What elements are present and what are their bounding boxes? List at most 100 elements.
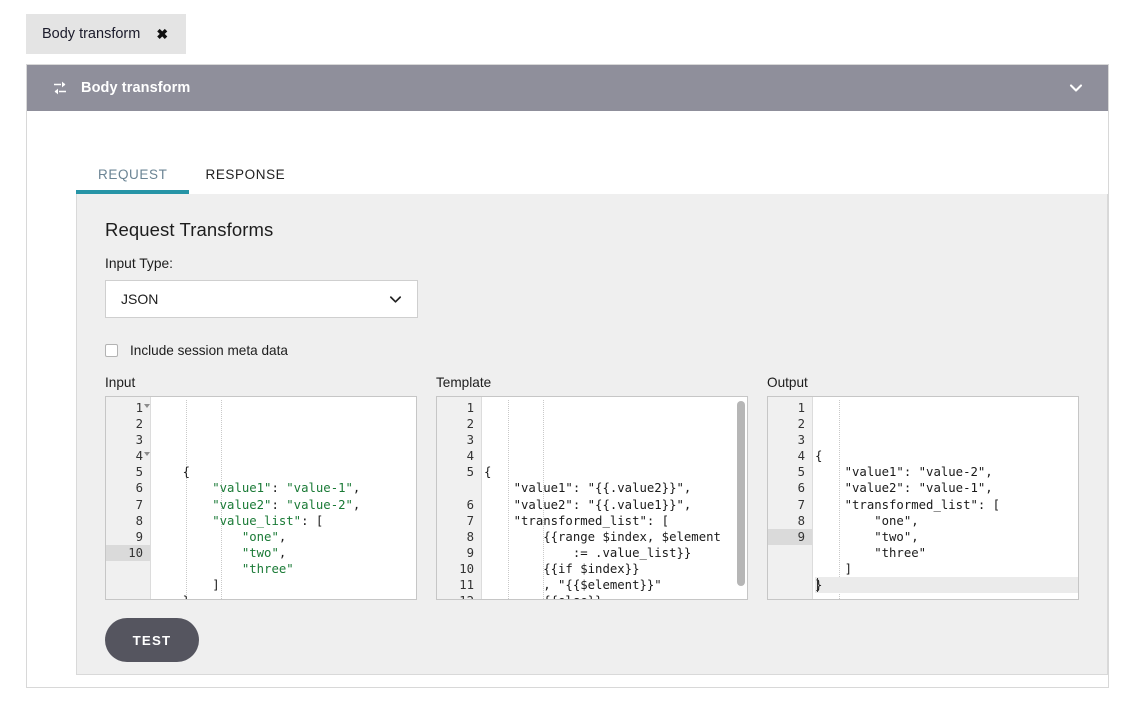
code-line: {{if $index}} [484, 561, 747, 577]
tab-request[interactable]: REQUEST [98, 167, 167, 194]
line-number: 9 [106, 529, 150, 545]
include-session-meta-label: Include session meta data [130, 343, 288, 358]
line-number: 7 [437, 513, 481, 529]
line-number: 8 [437, 529, 481, 545]
line-number: 6 [437, 497, 481, 513]
line-number: 9 [768, 529, 812, 545]
code-line: ] [815, 561, 1078, 577]
line-number: 6 [106, 480, 150, 496]
line-number: 10 [106, 545, 150, 561]
code-line: "three" [153, 561, 416, 577]
fold-arrow-icon[interactable] [144, 452, 150, 456]
code-line: "value_list": [ [153, 513, 416, 529]
code-line: "value2": "value-2", [153, 497, 416, 513]
line-number: 5 [768, 464, 812, 480]
text-caret [817, 578, 818, 592]
editors-row: Input 12345678910 { "value1": "value-1",… [105, 375, 1079, 600]
code-line: "value2": "{{.value1}}", [484, 497, 747, 513]
line-number: 2 [437, 416, 481, 432]
line-number: 1 [768, 400, 812, 416]
code-line: { [153, 464, 416, 480]
template-editor-scrollbar[interactable] [735, 399, 746, 597]
input-type-selected-value: JSON [121, 291, 158, 307]
code-line: "three" [815, 545, 1078, 561]
line-number: 8 [106, 513, 150, 529]
input-editor-title: Input [105, 375, 417, 390]
document-tab-body-transform[interactable]: Body transform ✖ [26, 14, 186, 54]
fold-arrow-icon[interactable] [144, 404, 150, 408]
close-x-icon[interactable]: ✖ [156, 27, 168, 41]
tab-bar: REQUEST RESPONSE [53, 136, 1082, 194]
request-transforms-panel: Request Transforms Input Type: JSON Incl… [76, 194, 1108, 675]
code-line: {{range $index, $element [484, 529, 747, 545]
code-line: "value1": "value-2", [815, 464, 1078, 480]
template-editor-title: Template [436, 375, 748, 390]
output-editor-gutter: 123456789 [768, 397, 813, 599]
include-session-meta-row: Include session meta data [105, 343, 1079, 358]
code-line: "one", [815, 513, 1078, 529]
line-number: 5 [437, 464, 481, 480]
include-session-meta-checkbox[interactable] [105, 344, 118, 357]
code-line: { [484, 464, 747, 480]
line-number: 1 [437, 400, 481, 416]
line-number: 9 [437, 545, 481, 561]
code-line: , "{{$element}}" [484, 577, 747, 593]
line-number: 4 [106, 448, 150, 464]
card-header[interactable]: Body transform [27, 65, 1108, 111]
code-line: "value1": "{{.value2}}", [484, 480, 747, 496]
line-number: 2 [106, 416, 150, 432]
input-type-label: Input Type: [105, 256, 1079, 271]
template-editor-gutter: 123456789101112 [437, 397, 482, 599]
input-editor-gutter: 12345678910 [106, 397, 151, 599]
template-editor-scroll-thumb[interactable] [737, 401, 745, 586]
line-number: 1 [106, 400, 150, 416]
line-number: 5 [106, 464, 150, 480]
code-line: "transformed_list": [ [484, 513, 747, 529]
line-number: 3 [106, 432, 150, 448]
line-number: 7 [768, 497, 812, 513]
code-line: "one", [153, 529, 416, 545]
tab-request-label: REQUEST [98, 167, 167, 182]
input-code-editor[interactable]: 12345678910 { "value1": "value-1", "valu… [105, 396, 417, 600]
line-number: 8 [768, 513, 812, 529]
line-number: 12 [437, 593, 481, 600]
line-number: 6 [768, 480, 812, 496]
body-transform-card: Body transform REQUEST RESPONSE Request … [26, 64, 1109, 688]
line-number: 4 [768, 448, 812, 464]
tab-strip: Body transform ✖ [0, 0, 1135, 56]
tab-response[interactable]: RESPONSE [205, 167, 285, 194]
input-editor-code[interactable]: { "value1": "value-1", "value2": "value-… [151, 397, 416, 599]
input-type-select[interactable]: JSON [105, 280, 418, 318]
card-body: REQUEST RESPONSE Request Transforms Inpu… [27, 136, 1108, 675]
line-number: 3 [437, 432, 481, 448]
page-title: Request Transforms [105, 219, 1079, 241]
output-editor-title: Output [767, 375, 1079, 390]
code-line: {{else}} [484, 593, 747, 599]
code-line: } [153, 593, 416, 599]
code-line: "transformed_list": [ [815, 497, 1078, 513]
chevron-down-icon[interactable] [1068, 80, 1084, 96]
code-line: ] [153, 577, 416, 593]
code-line: } [815, 577, 1078, 593]
chevron-down-icon [388, 292, 403, 307]
code-line: "value2": "value-1", [815, 480, 1078, 496]
line-number: 7 [106, 497, 150, 513]
card-header-title: Body transform [81, 80, 190, 96]
code-line: "two", [815, 529, 1078, 545]
output-editor-code[interactable]: { "value1": "value-2", "value2": "value-… [813, 397, 1078, 599]
template-editor-code[interactable]: { "value1": "{{.value2}}", "value2": "{{… [482, 397, 747, 599]
input-editor-column: Input 12345678910 { "value1": "value-1",… [105, 375, 417, 600]
output-code-editor[interactable]: 123456789 { "value1": "value-2", "value2… [767, 396, 1079, 600]
output-editor-column: Output 123456789 { "value1": "value-2", … [767, 375, 1079, 600]
document-tab-label: Body transform [42, 26, 140, 42]
code-line: "two", [153, 545, 416, 561]
test-button[interactable]: TEST [105, 618, 199, 662]
code-line: := .value_list}} [484, 545, 747, 561]
code-line: "value1": "value-1", [153, 480, 416, 496]
code-line: { [815, 448, 1078, 464]
line-number: 3 [768, 432, 812, 448]
app-root: Body transform ✖ Body transform REQUEST [0, 0, 1135, 710]
line-number: 10 [437, 561, 481, 577]
template-code-editor[interactable]: 123456789101112 { "value1": "{{.value2}}… [436, 396, 748, 600]
tab-response-label: RESPONSE [205, 167, 285, 182]
